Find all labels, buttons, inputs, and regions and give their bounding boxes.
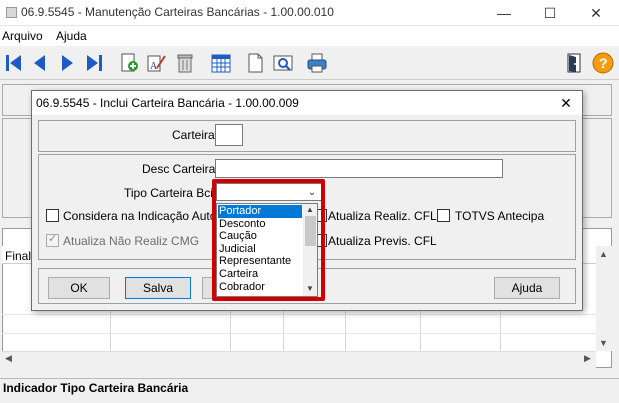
first-record-icon[interactable] bbox=[1, 50, 27, 76]
next-record-icon[interactable] bbox=[54, 50, 80, 76]
add-record-icon[interactable] bbox=[116, 50, 142, 76]
desc-carteira-input[interactable] bbox=[215, 159, 503, 178]
app-icon bbox=[6, 7, 17, 18]
inclui-carteira-dialog: 06.9.5545 - Inclui Carteira Bancária - 1… bbox=[31, 90, 583, 311]
atualiza-previs-cfl-label: Atualiza Previs. CFL bbox=[328, 234, 437, 248]
grid-divider bbox=[2, 314, 596, 315]
menu-arquivo[interactable]: Arquivo bbox=[2, 29, 43, 43]
exit-door-icon[interactable] bbox=[561, 50, 587, 76]
edit-record-icon[interactable]: A bbox=[143, 50, 169, 76]
checkmark-icon: ✓ bbox=[48, 233, 58, 245]
horizontal-scrollbar[interactable] bbox=[2, 351, 596, 368]
ok-button[interactable]: OK bbox=[48, 277, 110, 299]
grid-column-header[interactable]: Finali bbox=[5, 249, 34, 263]
calendar-grid-icon[interactable] bbox=[208, 50, 234, 76]
tipo-carteira-label: Tipo Carteira Bcia bbox=[124, 186, 220, 200]
atualiza-nao-realiz-checkbox[interactable]: ✓ bbox=[46, 233, 59, 247]
carteira-group bbox=[38, 120, 576, 152]
window-title: 06.9.5545 - Manutenção Carteiras Bancári… bbox=[21, 5, 334, 19]
dialog-close-icon[interactable]: ✕ bbox=[556, 93, 576, 113]
maximize-icon[interactable]: ☐ bbox=[527, 0, 573, 26]
last-record-icon[interactable] bbox=[81, 50, 107, 76]
svg-text:?: ? bbox=[599, 55, 608, 71]
vertical-scrollbar[interactable] bbox=[596, 246, 612, 351]
menu-bar bbox=[0, 26, 619, 46]
help-icon[interactable]: ? bbox=[590, 50, 616, 76]
atualiza-nao-realiz-label: Atualiza Não Realiz CMG bbox=[63, 234, 200, 248]
previous-record-icon[interactable] bbox=[27, 50, 53, 76]
totvs-antecipa-checkbox[interactable] bbox=[437, 209, 450, 222]
grid-divider bbox=[2, 333, 596, 334]
desc-carteira-label: Desc Carteira: bbox=[142, 162, 219, 176]
menu-ajuda[interactable]: Ajuda bbox=[56, 29, 87, 43]
print-icon[interactable] bbox=[304, 50, 330, 76]
status-text: Indicador Tipo Carteira Bancária bbox=[3, 381, 189, 395]
ajuda-button[interactable]: Ajuda bbox=[494, 277, 560, 299]
considera-indicacao-checkbox[interactable] bbox=[46, 209, 59, 222]
preview-icon[interactable] bbox=[270, 50, 296, 76]
scroll-down-icon[interactable]: ▼ bbox=[599, 338, 608, 348]
close-icon[interactable]: ✕ bbox=[573, 0, 619, 26]
carteira-label: Carteira: bbox=[172, 128, 219, 142]
carteira-input[interactable] bbox=[215, 124, 243, 146]
salva-button[interactable]: Salva bbox=[125, 277, 191, 299]
atualiza-realiz-cfl-label: Atualiza Realiz. CFL bbox=[328, 209, 437, 223]
scroll-right-icon[interactable]: ▶ bbox=[584, 353, 591, 364]
minimize-icon[interactable]: — bbox=[481, 0, 527, 26]
highlight-box bbox=[212, 179, 325, 301]
dialog-title: 06.9.5545 - Inclui Carteira Bancária - 1… bbox=[36, 96, 299, 110]
delete-record-icon[interactable] bbox=[172, 50, 198, 76]
scroll-up-icon[interactable]: ▲ bbox=[599, 249, 608, 259]
considera-indicacao-label: Considera na Indicação Autom bbox=[63, 209, 227, 223]
totvs-antecipa-label: TOTVS Antecipa bbox=[455, 209, 545, 223]
document-icon[interactable] bbox=[242, 50, 268, 76]
scroll-left-icon[interactable]: ◀ bbox=[5, 353, 12, 364]
